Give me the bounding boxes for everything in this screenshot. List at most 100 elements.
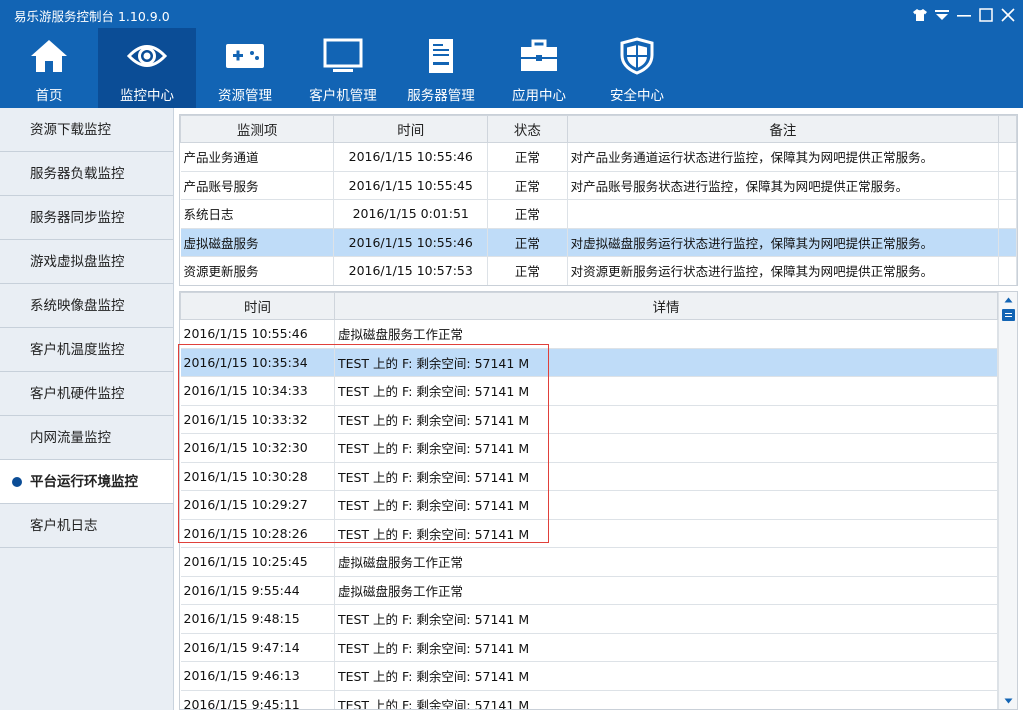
table-row[interactable]: 2016/1/15 10:32:30 TEST 上的 F: 剩余空间: 57141… xyxy=(180,433,1017,463)
scroll-thumb[interactable] xyxy=(1002,309,1015,321)
cell-detail: TEST 上的 F: 剩余空间: 57141 M xyxy=(334,376,999,406)
cell-filler xyxy=(998,142,1017,172)
table-row[interactable]: 2016/1/15 10:35:34 TEST 上的 F: 剩余空间: 57141… xyxy=(180,348,1017,377)
cell-detail: TEST 上的 F: 剩余空间: 57141 M xyxy=(334,690,999,709)
menu-dropdown-icon[interactable] xyxy=(933,6,951,24)
scroll-down-icon[interactable] xyxy=(999,693,1018,709)
column-header-detail[interactable]: 详情 xyxy=(333,292,999,320)
cell-status: 正常 xyxy=(487,171,568,200)
skin-icon[interactable] xyxy=(911,6,929,24)
column-header-time[interactable]: 时间 xyxy=(180,292,335,320)
minimize-icon[interactable] xyxy=(955,6,973,24)
table-row[interactable]: 2016/1/15 10:34:33 TEST 上的 F: 剩余空间: 57141… xyxy=(180,376,1017,406)
sidebar-item-label: 服务器同步监控 xyxy=(30,210,125,226)
table-row[interactable]: 2016/1/15 10:55:46 虚拟磁盘服务工作正常 xyxy=(180,319,1017,349)
nav-label: 应用中心 xyxy=(512,88,566,104)
table-row[interactable]: 2016/1/15 10:33:32 TEST 上的 F: 剩余空间: 57141… xyxy=(180,405,1017,434)
nav-item-server-mgmt[interactable]: 服务器管理 xyxy=(392,28,490,108)
cell-time: 2016/1/15 10:32:30 xyxy=(180,433,335,463)
column-header-item[interactable]: 监测项 xyxy=(180,115,335,143)
cell-status: 正常 xyxy=(487,199,568,229)
home-icon xyxy=(29,36,69,76)
cell-detail: TEST 上的 F: 剩余空间: 57141 M xyxy=(334,462,999,491)
column-header-remark[interactable]: 备注 xyxy=(566,115,1000,143)
sidebar-item[interactable]: 系统映像盘监控 xyxy=(0,284,173,328)
sidebar-item-label: 平台运行环境监控 xyxy=(30,474,138,490)
nav-item-resource-mgmt[interactable]: 资源管理 xyxy=(196,28,294,108)
table-row[interactable]: 系统日志 2016/1/15 0:01:51 正常 xyxy=(180,199,1017,229)
cell-status: 正常 xyxy=(487,142,568,172)
nav-item-home[interactable]: 首页 xyxy=(0,28,98,108)
table-row[interactable]: 2016/1/15 9:55:44 虚拟磁盘服务工作正常 xyxy=(180,576,1017,605)
cell-item: 系统日志 xyxy=(180,199,335,229)
cell-detail: 虚拟磁盘服务工作正常 xyxy=(334,547,999,577)
table-row[interactable]: 2016/1/15 10:30:28 TEST 上的 F: 剩余空间: 57141… xyxy=(180,462,1017,491)
table-row[interactable]: 资源更新服务 2016/1/15 10:57:53 正常 对资源更新服务运行状态进行监… xyxy=(180,256,1017,285)
table-row[interactable]: 2016/1/15 9:45:11 TEST 上的 F: 剩余空间: 57141 … xyxy=(180,690,1017,709)
sidebar-item[interactable]: 游戏虚拟盘监控 xyxy=(0,240,173,284)
table-row[interactable]: 2016/1/15 9:47:14 TEST 上的 F: 剩余空间: 57141 … xyxy=(180,633,1017,662)
cell-remark: 对产品业务通道运行状态进行监控，保障其为网吧提供正常服务。 xyxy=(567,142,1000,172)
sidebar-item-label: 资源下载监控 xyxy=(30,122,111,138)
cell-detail: 虚拟磁盘服务工作正常 xyxy=(334,319,999,349)
cell-item: 产品账号服务 xyxy=(180,171,335,200)
nav-item-app-center[interactable]: 应用中心 xyxy=(490,28,588,108)
maximize-icon[interactable] xyxy=(977,6,995,24)
cell-detail: TEST 上的 F: 剩余空间: 57141 M xyxy=(334,348,999,377)
nav-label: 安全中心 xyxy=(610,88,664,104)
cell-time: 2016/1/15 9:46:13 xyxy=(180,661,335,691)
nav-item-monitor-center[interactable]: 监控中心 xyxy=(98,28,196,108)
cell-time: 2016/1/15 10:55:46 xyxy=(180,319,335,349)
cell-status: 正常 xyxy=(487,256,568,285)
cell-time: 2016/1/15 10:25:45 xyxy=(180,547,335,577)
sidebar-item[interactable]: 平台运行环境监控 xyxy=(0,460,173,504)
sidebar-item[interactable]: 服务器同步监控 xyxy=(0,196,173,240)
column-header-time[interactable]: 时间 xyxy=(333,115,489,143)
log-scrollbar[interactable] xyxy=(998,292,1017,709)
nav-label: 客户机管理 xyxy=(309,88,377,104)
table-row[interactable]: 2016/1/15 9:46:13 TEST 上的 F: 剩余空间: 57141 … xyxy=(180,661,1017,691)
cell-remark xyxy=(567,199,1000,229)
sidebar-item-label: 客户机温度监控 xyxy=(30,342,125,358)
table-row[interactable]: 产品账号服务 2016/1/15 10:55:45 正常 对产品账号服务状态进行监控，… xyxy=(180,171,1017,200)
sidebar-item[interactable]: 客户机硬件监控 xyxy=(0,372,173,416)
sidebar-item-label: 客户机硬件监控 xyxy=(30,386,125,402)
monitor-items-table: 监测项 时间 状态 备注 产品业务通道 2016/1/15 10:55:46 正常对… xyxy=(180,115,1017,285)
log-panel: 时间 详情 2016/1/15 10:55:46 虚拟磁盘服务工作正常 2016/1… xyxy=(179,291,1018,710)
sidebar-item[interactable]: 内网流量监控 xyxy=(0,416,173,460)
cell-detail: TEST 上的 F: 剩余空间: 57141 M xyxy=(334,519,999,548)
sidebar-item-label: 客户机日志 xyxy=(30,518,98,534)
monitor-items-panel: 监测项 时间 状态 备注 产品业务通道 2016/1/15 10:55:46 正常对… xyxy=(179,114,1018,286)
table-row[interactable]: 产品业务通道 2016/1/15 10:55:46 正常 对产品业务通道运行状态进行监… xyxy=(180,142,1017,172)
sidebar-item[interactable]: 客户机日志 xyxy=(0,504,173,548)
column-header-status[interactable]: 状态 xyxy=(487,115,568,143)
sidebar-item-label: 游戏虚拟盘监控 xyxy=(30,254,125,270)
table-row[interactable]: 2016/1/15 10:25:45 虚拟磁盘服务工作正常 xyxy=(180,547,1017,577)
sidebar-item[interactable]: 服务器负载监控 xyxy=(0,152,173,196)
cell-time: 2016/1/15 9:48:15 xyxy=(180,604,335,634)
cell-time: 2016/1/15 10:29:27 xyxy=(180,490,335,520)
nav-item-security-center[interactable]: 安全中心 xyxy=(588,28,686,108)
table-row[interactable]: 2016/1/15 10:28:26 TEST 上的 F: 剩余空间: 57141… xyxy=(180,519,1017,548)
close-icon[interactable] xyxy=(999,6,1017,24)
server-icon xyxy=(421,36,461,76)
table-row[interactable]: 2016/1/15 9:48:15 TEST 上的 F: 剩余空间: 57141 … xyxy=(180,604,1017,634)
cell-time: 2016/1/15 10:57:53 xyxy=(333,256,489,285)
cell-time: 2016/1/15 9:45:11 xyxy=(180,690,335,709)
sidebar-item[interactable]: 客户机温度监控 xyxy=(0,328,173,372)
cell-time: 2016/1/15 0:01:51 xyxy=(333,199,489,229)
cell-item: 资源更新服务 xyxy=(180,256,335,285)
sidebar-item[interactable]: 资源下载监控 xyxy=(0,108,173,152)
cell-item: 虚拟磁盘服务 xyxy=(180,228,335,257)
table-row[interactable]: 虚拟磁盘服务 2016/1/15 10:55:46 正常 对虚拟磁盘服务运行状态进行监… xyxy=(180,228,1017,257)
cell-time: 2016/1/15 10:55:46 xyxy=(333,228,489,257)
cell-filler xyxy=(998,199,1017,229)
cell-filler xyxy=(998,256,1017,285)
cell-remark: 对产品账号服务状态进行监控，保障其为网吧提供正常服务。 xyxy=(567,171,1000,200)
nav-item-client-mgmt[interactable]: 客户机管理 xyxy=(294,28,392,108)
scroll-up-icon[interactable] xyxy=(999,292,1018,308)
table-header-row: 监测项 时间 状态 备注 xyxy=(180,115,1017,143)
cell-item: 产品业务通道 xyxy=(180,142,335,172)
log-table: 时间 详情 2016/1/15 10:55:46 虚拟磁盘服务工作正常 2016/1… xyxy=(180,292,1017,709)
table-row[interactable]: 2016/1/15 10:29:27 TEST 上的 F: 剩余空间: 57141… xyxy=(180,490,1017,520)
